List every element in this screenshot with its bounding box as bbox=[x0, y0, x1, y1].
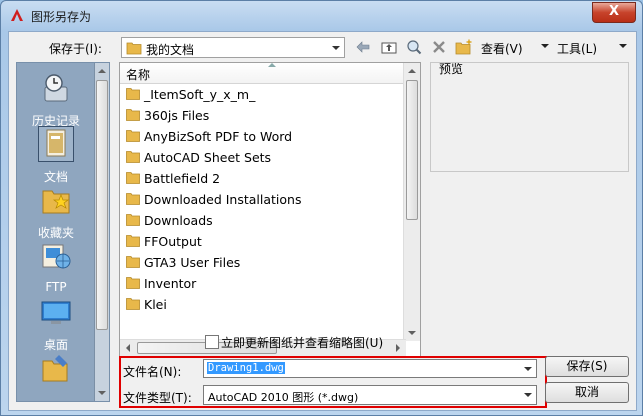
sort-ascending-icon bbox=[268, 63, 276, 67]
list-item[interactable]: _ItemSoft_y_x_m_ bbox=[120, 84, 406, 105]
highlight-annotation-box bbox=[119, 356, 547, 408]
place-history[interactable]: 历史记录 bbox=[17, 71, 95, 129]
folder-icon bbox=[126, 88, 140, 100]
up-folder-icon bbox=[381, 42, 397, 54]
folder-icon bbox=[126, 151, 140, 163]
favorites-icon bbox=[42, 190, 70, 214]
folder-icon bbox=[126, 172, 140, 184]
file-list-vertical-scrollbar[interactable] bbox=[403, 63, 420, 341]
list-item[interactable]: FFOutput bbox=[120, 231, 406, 252]
close-button[interactable]: X bbox=[592, 2, 636, 23]
scroll-left-icon[interactable] bbox=[120, 340, 136, 356]
chevron-down-icon bbox=[332, 45, 340, 50]
folder-icon bbox=[126, 109, 140, 121]
tools-menu[interactable]: 工具(L) bbox=[557, 40, 597, 57]
vertical-scroll-thumb[interactable] bbox=[406, 80, 418, 220]
window-title: 图形另存为 bbox=[31, 10, 92, 24]
tools-menu-label: 工具(L) bbox=[557, 42, 598, 56]
folder-icon bbox=[126, 235, 140, 247]
location-value: 我的文档 bbox=[146, 43, 195, 57]
location-combobox[interactable]: 我的文档 bbox=[121, 37, 345, 58]
view-menu-label: 查看(V) bbox=[481, 42, 523, 56]
tools-dropdown-arrow-icon[interactable] bbox=[619, 44, 627, 48]
update-thumbnail-label: 立即更新图纸并查看缩略图(U) bbox=[221, 336, 384, 350]
list-item-label: Klei bbox=[144, 297, 167, 312]
list-item-label: AnyBizSoft PDF to Word bbox=[144, 129, 293, 144]
place-desktop[interactable]: 桌面 bbox=[17, 295, 95, 353]
list-item[interactable]: Downloaded Installations bbox=[120, 189, 406, 210]
file-list: 名称 _ItemSoft_y_x_m_ 360js Files AnyBizSoft… bbox=[119, 62, 421, 358]
scroll-down-icon[interactable] bbox=[404, 325, 420, 341]
place-favorites[interactable]: 收藏夹 bbox=[17, 183, 95, 241]
save-dialog-window: 图形另存为 X 保存于(I): 我的文档 查看(V) 工具(L) 历史记录 文档… bbox=[0, 0, 643, 416]
column-header-name[interactable]: 名称 bbox=[120, 63, 406, 84]
place-ftp[interactable]: FTP bbox=[17, 239, 95, 294]
list-item-label: _ItemSoft_y_x_m_ bbox=[144, 87, 256, 102]
list-item[interactable]: AnyBizSoft PDF to Word bbox=[120, 126, 406, 147]
desktop-icon bbox=[41, 301, 71, 324]
places-scroll-up-icon[interactable] bbox=[94, 63, 110, 79]
ftp-icon bbox=[42, 244, 71, 269]
list-item-label: AutoCAD Sheet Sets bbox=[144, 150, 272, 165]
save-in-label: 保存于(I): bbox=[49, 42, 102, 56]
list-item[interactable]: GTA3 User Files bbox=[120, 252, 406, 273]
new-folder-button[interactable] bbox=[454, 36, 474, 58]
update-thumbnail-checkbox[interactable] bbox=[205, 335, 219, 349]
column-header-name-label: 名称 bbox=[126, 68, 151, 82]
list-item-label: 360js Files bbox=[144, 108, 210, 123]
autocad-app-icon bbox=[11, 9, 23, 21]
list-item-label: Battlefield 2 bbox=[144, 171, 221, 186]
folder-icon bbox=[126, 214, 140, 226]
title-bar: 图形另存为 X bbox=[1, 1, 642, 31]
cancel-button[interactable]: 取消 bbox=[545, 382, 629, 403]
search-web-button[interactable] bbox=[404, 36, 424, 58]
list-item[interactable]: 360js Files bbox=[120, 105, 406, 126]
save-button[interactable]: 保存(S) bbox=[545, 356, 629, 377]
folder-icon bbox=[126, 277, 140, 289]
folder-icon bbox=[126, 42, 142, 55]
search-globe-icon bbox=[407, 40, 422, 55]
list-item[interactable]: Downloads bbox=[120, 210, 406, 231]
list-item-label: FFOutput bbox=[144, 234, 202, 249]
list-item[interactable]: Battlefield 2 bbox=[120, 168, 406, 189]
file-rows: _ItemSoft_y_x_m_ 360js Files AnyBizSoft PD… bbox=[120, 84, 406, 338]
up-folder-button[interactable] bbox=[379, 36, 399, 58]
list-item-label: Downloads bbox=[144, 213, 213, 228]
new-folder-icon bbox=[455, 39, 472, 55]
places-bar: 历史记录 文档 收藏夹 FTP 桌面 bbox=[16, 62, 110, 402]
list-item[interactable]: AutoCAD Sheet Sets bbox=[120, 147, 406, 168]
places-scroll-down-icon[interactable] bbox=[94, 385, 110, 401]
list-item[interactable]: Klei bbox=[120, 294, 406, 315]
delete-button[interactable] bbox=[429, 36, 449, 58]
places-scroll-thumb[interactable] bbox=[96, 80, 108, 330]
places-scrollbar[interactable] bbox=[94, 63, 109, 401]
folder-icon bbox=[126, 193, 140, 205]
back-arrow-icon bbox=[356, 41, 370, 53]
view-dropdown-arrow-icon[interactable] bbox=[541, 44, 549, 48]
folder-icon bbox=[126, 130, 140, 142]
place-more[interactable] bbox=[17, 351, 95, 392]
folder-icon bbox=[126, 256, 140, 268]
documents-icon bbox=[38, 126, 74, 162]
folder-icon bbox=[126, 298, 140, 310]
list-item-label: Inventor bbox=[144, 276, 197, 291]
list-item[interactable]: Inventor bbox=[120, 273, 406, 294]
list-item-label: Downloaded Installations bbox=[144, 192, 302, 207]
place-ftp-label: FTP bbox=[45, 280, 67, 294]
delete-x-icon bbox=[433, 41, 445, 53]
folder-pen-icon bbox=[42, 355, 68, 382]
view-menu[interactable]: 查看(V) bbox=[481, 40, 523, 57]
scroll-up-icon[interactable] bbox=[404, 63, 420, 79]
back-button[interactable] bbox=[353, 36, 373, 58]
place-documents[interactable]: 文档 bbox=[17, 126, 95, 185]
scroll-right-icon[interactable] bbox=[390, 340, 406, 356]
preview-pane bbox=[430, 62, 629, 172]
history-icon bbox=[44, 74, 68, 102]
list-item-label: GTA3 User Files bbox=[144, 255, 241, 270]
dialog-body: 保存于(I): 我的文档 查看(V) 工具(L) 历史记录 文档 收藏夹 FTP… bbox=[8, 31, 637, 411]
